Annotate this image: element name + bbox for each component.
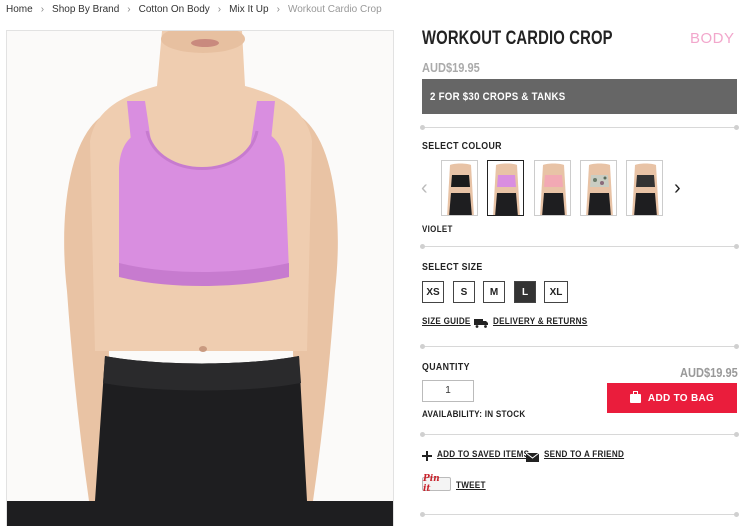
add-to-bag-label: ADD TO BAG xyxy=(647,392,715,404)
divider xyxy=(420,512,739,517)
chevron-left-icon[interactable]: ‹ xyxy=(421,178,428,198)
divider xyxy=(420,432,739,437)
breadcrumb: Home › Shop By Brand › Cotton On Body › … xyxy=(6,2,382,16)
truck-icon xyxy=(474,315,489,328)
breadcrumb-cotton-on-body[interactable]: Cotton On Body xyxy=(139,4,210,15)
pin-it-button[interactable]: Pin it xyxy=(422,474,451,494)
product-image[interactable] xyxy=(6,30,394,526)
breadcrumb-shop-by-brand[interactable]: Shop By Brand xyxy=(52,4,119,15)
colour-swatch-charcoal[interactable] xyxy=(626,160,663,216)
chevron-right-icon[interactable]: › xyxy=(674,178,681,198)
add-to-bag-button[interactable]: ADD TO BAG xyxy=(607,383,737,413)
colour-swatch-floral[interactable] xyxy=(580,160,617,216)
plus-icon xyxy=(422,448,432,461)
divider xyxy=(420,244,739,249)
select-size-label: SELECT SIZE xyxy=(422,262,483,273)
promo-text: 2 FOR $30 CROPS & TANKS xyxy=(430,90,566,103)
size-xs-button[interactable]: XS xyxy=(422,281,444,303)
colour-swatch-black[interactable] xyxy=(441,160,478,216)
select-colour-label: SELECT COLOUR xyxy=(422,141,502,152)
add-to-saved-items-link[interactable]: ADD TO SAVED ITEMS xyxy=(437,449,529,459)
quantity-input[interactable]: 1 xyxy=(422,380,474,402)
colour-swatch-violet[interactable] xyxy=(487,160,524,216)
send-to-friend-link[interactable]: SEND TO A FRIEND xyxy=(544,449,624,459)
colour-swatch-pink[interactable] xyxy=(534,160,571,216)
brand-logo[interactable]: BODY xyxy=(690,30,735,47)
product-title: WORKOUT CARDIO CROP xyxy=(422,28,613,49)
availability-status: AVAILABILITY: IN STOCK xyxy=(422,409,526,419)
chevron-right-icon: › xyxy=(40,3,45,15)
promo-banner[interactable]: 2 FOR $30 CROPS & TANKS xyxy=(422,79,737,114)
size-l-button[interactable]: L xyxy=(514,281,536,303)
breadcrumb-current: Workout Cardio Crop xyxy=(287,3,382,15)
product-price: AUD$19.95 xyxy=(422,60,480,75)
size-s-button[interactable]: S xyxy=(453,281,475,303)
selected-colour-name: VIOLET xyxy=(422,224,453,234)
divider xyxy=(420,125,739,130)
product-photo-figure xyxy=(7,31,393,526)
tweet-link[interactable]: TWEET xyxy=(456,480,486,490)
size-xl-button[interactable]: XL xyxy=(544,281,568,303)
divider xyxy=(420,344,739,349)
envelope-icon xyxy=(525,449,540,462)
size-guide-link[interactable]: SIZE GUIDE xyxy=(422,316,471,326)
delivery-returns-link[interactable]: DELIVERY & RETURNS xyxy=(493,316,587,326)
chevron-right-icon: › xyxy=(127,3,131,15)
purchase-price: AUD$19.95 xyxy=(680,365,738,380)
bag-icon xyxy=(629,390,641,403)
quantity-label: QUANTITY xyxy=(422,362,470,373)
chevron-right-icon: › xyxy=(217,3,222,15)
size-m-button[interactable]: M xyxy=(483,281,505,303)
breadcrumb-mix-it-up[interactable]: Mix It Up xyxy=(229,4,268,15)
chevron-right-icon: › xyxy=(276,3,280,15)
breadcrumb-home[interactable]: Home xyxy=(6,4,33,15)
